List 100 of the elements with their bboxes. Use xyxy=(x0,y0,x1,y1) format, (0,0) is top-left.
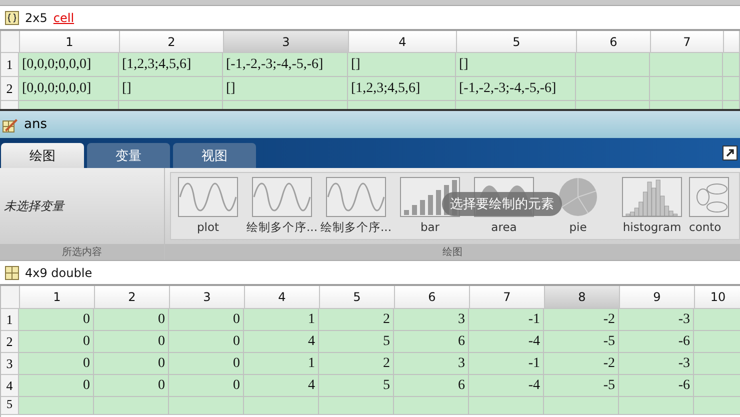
gallery-item-label[interactable]: 绘制多个序... xyxy=(246,220,318,235)
table-cell: 0 xyxy=(169,331,244,353)
column-header[interactable]: 1 xyxy=(20,31,120,53)
table-cell: 3 xyxy=(394,353,469,375)
column-header[interactable]: 5 xyxy=(320,286,395,309)
table-cell: 2 xyxy=(319,309,394,331)
column-header[interactable]: 6 xyxy=(395,286,470,309)
column-header[interactable]: 4 xyxy=(245,286,320,309)
table-cell xyxy=(723,53,740,77)
sine-wave-icon xyxy=(252,177,312,217)
table-corner[interactable] xyxy=(1,286,20,309)
gallery-item-label[interactable]: pie xyxy=(569,220,587,234)
table-cell: -1 xyxy=(469,353,544,375)
column-header[interactable]: 3 xyxy=(170,286,245,309)
table-cell xyxy=(694,375,740,397)
ribbon-tab[interactable]: 绘图 xyxy=(1,143,84,168)
table-cell: 6 xyxy=(394,331,469,353)
histogram-icon xyxy=(622,177,682,217)
table-cell: 0 xyxy=(94,375,169,397)
table-cell xyxy=(694,331,740,353)
table-cell: 0 xyxy=(169,353,244,375)
table-cell: -3 xyxy=(619,353,694,375)
gallery-item-label[interactable]: histogram xyxy=(622,220,682,234)
column-header[interactable]: 7 xyxy=(651,31,724,53)
gallery-item-label[interactable]: conto xyxy=(689,220,722,234)
grid-icon xyxy=(5,266,19,280)
table-cell: 0 xyxy=(169,309,244,331)
table-cell: -4 xyxy=(469,331,544,353)
ribbon-tab[interactable]: 视图 xyxy=(173,143,256,168)
table-cell: 0 xyxy=(94,309,169,331)
no-selection-text: 未选择变量 xyxy=(4,198,64,214)
table-cell: -2 xyxy=(544,353,619,375)
table-cell: 0 xyxy=(19,375,94,397)
column-header[interactable]: 7 xyxy=(470,286,545,309)
table-cell: -2 xyxy=(544,309,619,331)
contour-plot-icon xyxy=(689,177,729,217)
table-cell: 0 xyxy=(169,375,244,397)
column-header[interactable]: 3 xyxy=(224,31,349,53)
table-cell: [0,0,0;0,0,0] xyxy=(19,77,119,101)
table-cell: [] xyxy=(119,77,223,101)
table-cell: -3 xyxy=(619,309,694,331)
column-header[interactable]: 4 xyxy=(349,31,457,53)
section-label: 绘图 xyxy=(165,244,740,260)
column-header[interactable]: 9 xyxy=(620,286,695,309)
pencil-grid-icon xyxy=(2,116,18,132)
table-cell xyxy=(694,397,740,415)
column-header[interactable]: 8 xyxy=(545,286,620,309)
row-header[interactable]: 3 xyxy=(1,353,19,375)
table-cell: [] xyxy=(348,53,456,77)
row-header[interactable]: 2 xyxy=(1,331,19,353)
table-cell: 1 xyxy=(244,353,319,375)
ribbon-tab[interactable]: 变量 xyxy=(87,143,170,168)
row-header[interactable]: 1 xyxy=(1,309,19,331)
table-cell: [0,0,0;0,0,0] xyxy=(19,53,119,77)
column-header[interactable]: 2 xyxy=(95,286,170,309)
table-cell: [] xyxy=(456,53,576,77)
row-header[interactable]: 4 xyxy=(1,375,19,397)
table-cell: -5 xyxy=(544,375,619,397)
gallery-item-label[interactable]: plot xyxy=(196,220,220,234)
table-cell: [] xyxy=(223,77,348,101)
row-header[interactable]: 1 xyxy=(1,53,19,77)
table-cell: 1 xyxy=(244,309,319,331)
table-cell: [1,2,3;4,5,6] xyxy=(348,77,456,101)
table-cell: -6 xyxy=(619,331,694,353)
gallery-item-label[interactable]: 绘制多个序... xyxy=(320,220,392,235)
table-cell: -6 xyxy=(619,375,694,397)
table-cell: 4 xyxy=(244,331,319,353)
table-cell: 3 xyxy=(394,309,469,331)
section-label: 所选内容 xyxy=(0,244,164,260)
table-corner[interactable] xyxy=(1,31,20,53)
gallery-item-label[interactable]: area xyxy=(491,220,517,234)
table-cell: -1 xyxy=(469,309,544,331)
sine-wave-icon xyxy=(178,177,238,217)
row-header[interactable]: 2 xyxy=(1,77,19,101)
undock-icon[interactable] xyxy=(722,145,738,161)
sine-wave-icon xyxy=(326,177,386,217)
table-cell: 5 xyxy=(319,331,394,353)
column-header[interactable]: 6 xyxy=(577,31,651,53)
column-header[interactable]: 2 xyxy=(120,31,224,53)
table-cell: 5 xyxy=(319,375,394,397)
table-cell: 6 xyxy=(394,375,469,397)
row-header[interactable] xyxy=(1,101,19,109)
table-cell: [-1,-2,-3;-4,-5,-6] xyxy=(223,53,348,77)
table-cell: [-1,-2,-3;-4,-5,-6] xyxy=(456,77,576,101)
column-header[interactable]: 5 xyxy=(457,31,577,53)
table-cell: 2 xyxy=(319,353,394,375)
column-header[interactable]: 1 xyxy=(20,286,95,309)
row-header[interactable]: 5 xyxy=(1,397,19,415)
column-header[interactable] xyxy=(724,31,740,53)
table-cell xyxy=(694,353,740,375)
table-cell: 4 xyxy=(244,375,319,397)
variable-name: ans xyxy=(24,117,47,132)
table-cell: 0 xyxy=(19,309,94,331)
table-cell: 0 xyxy=(94,331,169,353)
class-link[interactable]: cell xyxy=(53,10,74,24)
table-cell: 0 xyxy=(19,331,94,353)
gallery-item-label[interactable]: bar xyxy=(420,220,440,234)
table-cell: 0 xyxy=(19,353,94,375)
table-cell xyxy=(723,77,740,101)
table-cell xyxy=(694,309,740,331)
